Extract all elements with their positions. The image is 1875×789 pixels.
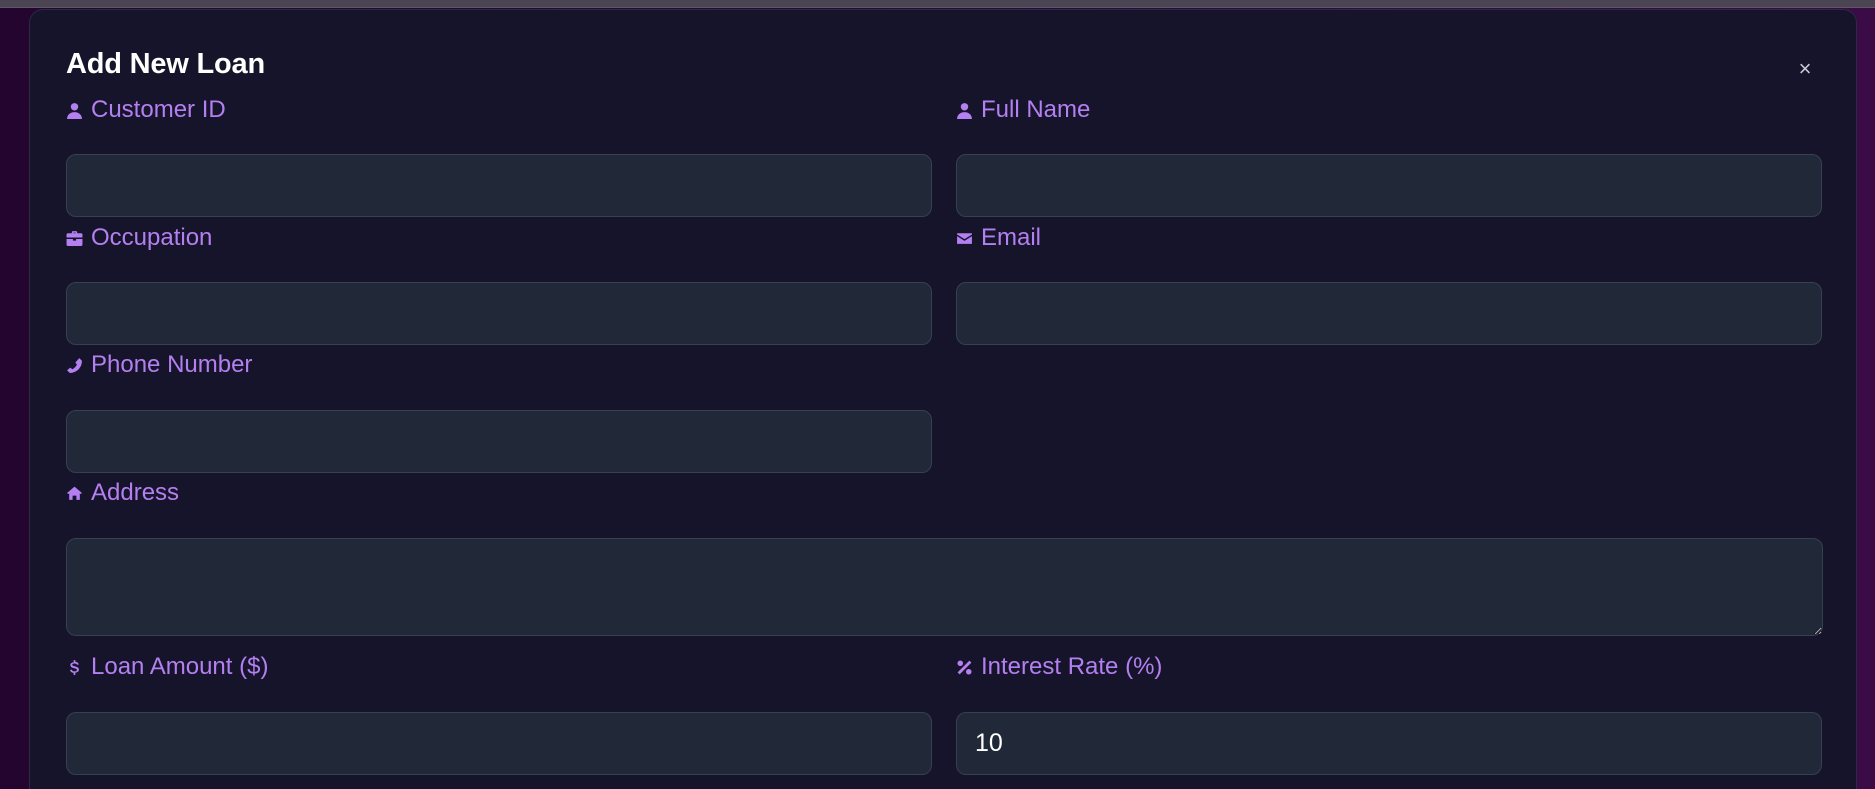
occupation-label: Occupation xyxy=(66,224,212,252)
interest-rate-label-text: Interest Rate (%) xyxy=(981,653,1163,680)
briefcase-icon xyxy=(66,230,83,246)
phone-number-input[interactable] xyxy=(66,410,932,473)
loan-amount-input[interactable] xyxy=(66,712,932,775)
phone-icon xyxy=(67,357,82,373)
address-label: Address xyxy=(66,479,179,507)
address-label-text: Address xyxy=(91,479,180,506)
close-icon[interactable]: × xyxy=(1792,56,1818,82)
email-input[interactable] xyxy=(956,282,1822,345)
full-name-label: Full Name xyxy=(956,96,1090,124)
occupation-input[interactable] xyxy=(66,282,932,345)
loan-amount-label: Loan Amount ($) xyxy=(66,653,268,681)
customer-id-label-text: Customer ID xyxy=(91,96,226,123)
interest-rate-label: Interest Rate (%) xyxy=(956,653,1162,681)
modal-title: Add New Loan xyxy=(66,48,265,80)
home-icon xyxy=(67,486,82,500)
full-name-label-text: Full Name xyxy=(981,96,1091,123)
email-label-text: Email xyxy=(981,224,1042,251)
percent-icon xyxy=(957,659,972,675)
address-textarea[interactable] xyxy=(66,538,1823,636)
loan-amount-label-text: Loan Amount ($) xyxy=(91,653,269,680)
phone-number-label: Phone Number xyxy=(66,351,252,379)
browser-top-edge xyxy=(0,0,1875,8)
dollar-icon xyxy=(69,659,79,675)
user-icon xyxy=(67,102,82,119)
add-loan-modal: Add New Loan × Customer ID Full Name Occ… xyxy=(29,9,1857,789)
interest-rate-input[interactable] xyxy=(956,712,1822,775)
full-name-input[interactable] xyxy=(956,154,1822,217)
customer-id-input[interactable] xyxy=(66,154,932,217)
phone-number-label-text: Phone Number xyxy=(91,351,253,378)
occupation-label-text: Occupation xyxy=(91,224,213,251)
envelope-icon xyxy=(957,232,972,244)
email-label: Email xyxy=(956,224,1041,252)
customer-id-label: Customer ID xyxy=(66,96,226,124)
user-icon xyxy=(957,102,972,119)
